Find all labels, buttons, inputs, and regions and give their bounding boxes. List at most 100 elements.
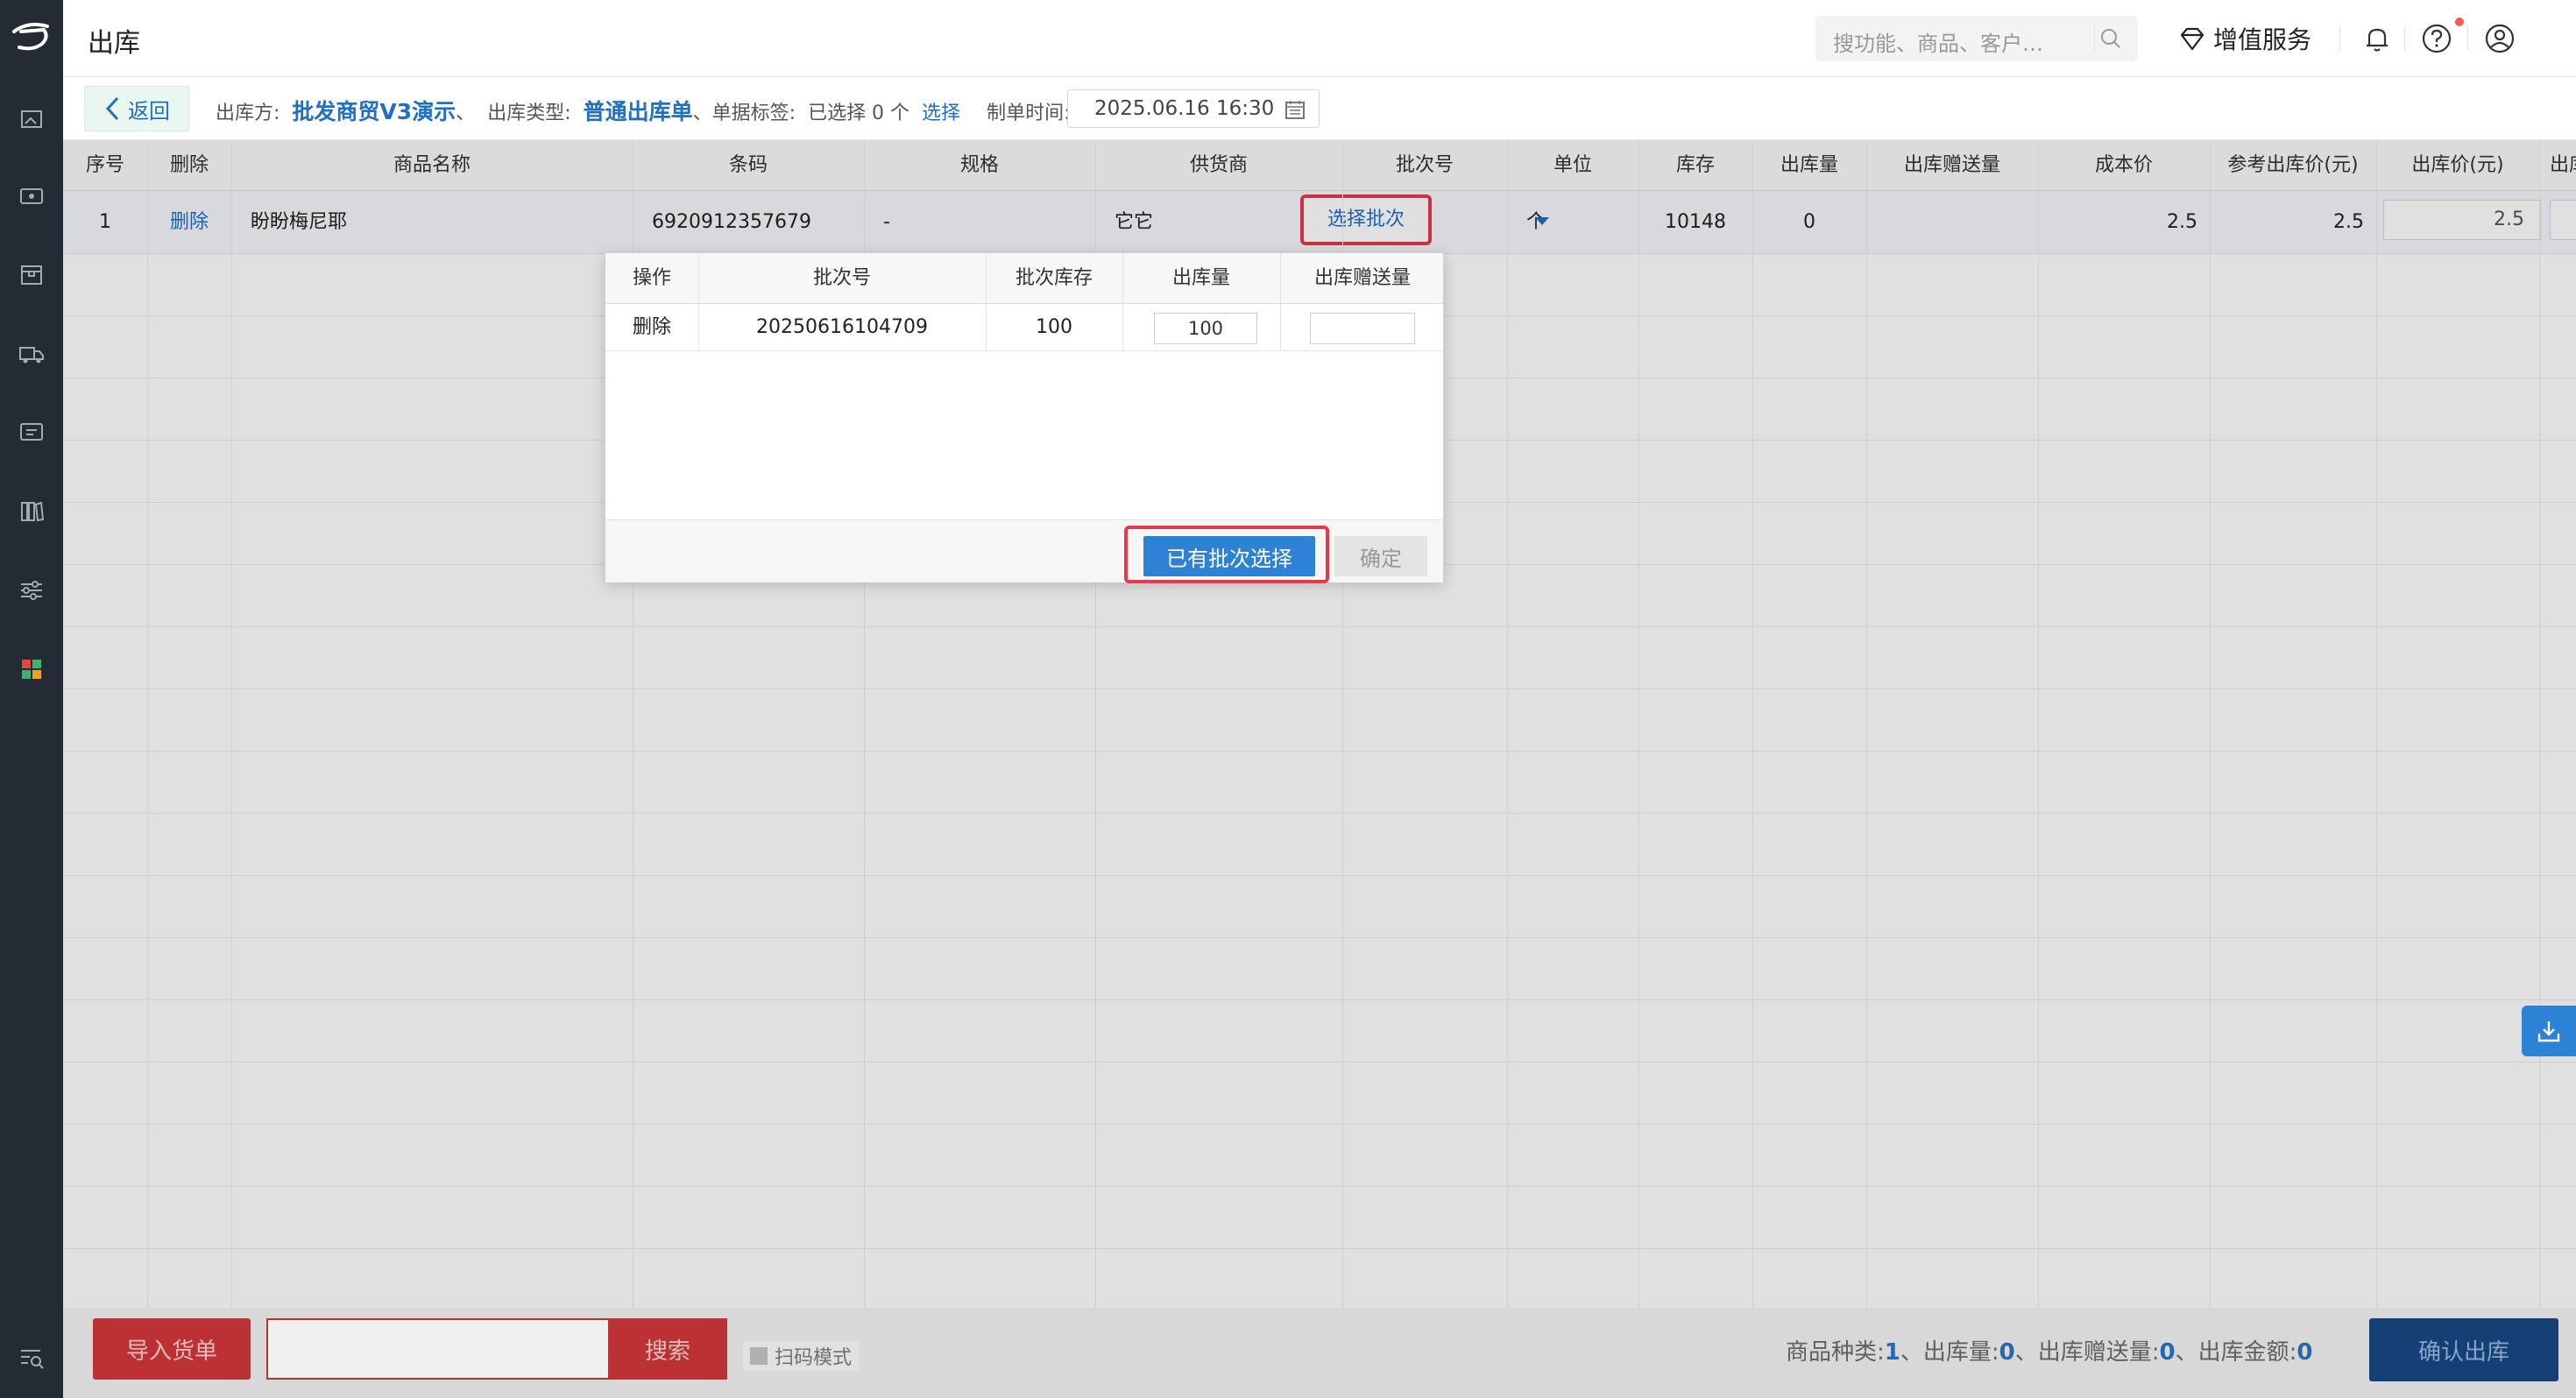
value-added-service-button[interactable]: 增值服务	[2178, 19, 2311, 58]
scan-mode-toggle[interactable]: 扫码模式	[743, 1341, 860, 1371]
nav-books-icon[interactable]	[18, 498, 46, 526]
tag-label: 单据标签:	[711, 102, 796, 124]
tag-value: 已选择 0 个	[808, 102, 910, 124]
batch-row: 删除 20250616104709 100 100	[605, 304, 1443, 351]
empty-row	[63, 1000, 2576, 1063]
nav-sliders-icon[interactable]	[18, 576, 46, 604]
type-value[interactable]: 普通出库单	[584, 95, 693, 126]
bottom-action-bar: 导入货单 搜索 扫码模式 商品种类: 1 、 出库量: 0 、 出库赠送量: 0…	[63, 1308, 2576, 1398]
summary-gift-label: 出库赠送量:	[2037, 1339, 2160, 1366]
summary-kinds-value: 1	[1884, 1339, 1900, 1366]
barcode-search-input[interactable]	[266, 1318, 615, 1380]
row-gift-qty[interactable]	[1866, 191, 2038, 254]
col-divider	[231, 140, 232, 1308]
row-out-price-input[interactable]: 2.5	[2383, 200, 2541, 240]
order-summary: 商品种类: 1 、 出库量: 0 、 出库赠送量: 0 、 出库金额: 0	[1786, 1334, 2312, 1366]
left-icon-rail	[0, 0, 63, 1398]
col-header-cost: 成本价	[2094, 154, 2153, 176]
download-button[interactable]	[2522, 1006, 2576, 1056]
row-amount-input[interactable]: 0	[2550, 200, 2576, 240]
calendar-icon[interactable]	[1284, 98, 1306, 121]
separator: 、	[456, 102, 476, 124]
batch-col-divider	[986, 253, 987, 351]
batch-col-out-qty: 出库量	[1171, 267, 1230, 289]
confirm-button[interactable]: 确定	[1334, 536, 1427, 576]
empty-row	[63, 876, 2576, 938]
select-batch-button[interactable]: 选择批次	[1300, 194, 1432, 245]
back-button[interactable]: 返回	[84, 86, 189, 131]
nav-message-icon[interactable]	[18, 419, 46, 447]
col-header-out-price: 出库价(元)	[2411, 154, 2504, 176]
nav-image-icon[interactable]	[18, 105, 46, 133]
col-header-barcode: 条码	[728, 154, 768, 176]
type-label: 出库类型:	[487, 102, 571, 124]
nav-wallet-icon[interactable]	[18, 182, 46, 210]
empty-row	[63, 1249, 2576, 1308]
empty-row	[63, 689, 2576, 752]
col-divider	[2539, 140, 2540, 1308]
row-out-qty[interactable]: 0	[1752, 191, 1866, 254]
batch-number: 20250616104709	[756, 316, 928, 338]
row-delete-link[interactable]: 删除	[147, 191, 231, 254]
help-icon[interactable]	[2420, 22, 2453, 55]
col-header-supplier: 供货商	[1189, 154, 1248, 176]
col-divider	[1752, 140, 1753, 1308]
existing-batch-select-button[interactable]: 已有批次选择	[1143, 536, 1315, 576]
col-divider	[147, 140, 148, 1308]
unit-dropdown-icon[interactable]	[1535, 217, 1549, 225]
header-divider	[2404, 26, 2405, 51]
batch-col-divider	[1122, 253, 1123, 351]
empty-row	[63, 627, 2576, 689]
value-added-service-label: 增值服务	[2213, 25, 2312, 54]
batch-popup-footer: 已有批次选择 确定	[605, 519, 1443, 583]
summary-kinds-label: 商品种类:	[1786, 1339, 1885, 1366]
import-order-button[interactable]: 导入货单	[93, 1318, 251, 1380]
global-search-input[interactable]: 搜功能、商品、客户…	[1815, 16, 2138, 61]
chevron-left-icon	[103, 95, 123, 122]
back-label: 返回	[128, 98, 170, 124]
search-placeholder: 搜功能、商品、客户…	[1833, 32, 2043, 56]
empty-row	[63, 1187, 2576, 1249]
header-divider	[2339, 26, 2340, 51]
party-value[interactable]: 批发商贸V3演示	[292, 95, 456, 126]
nav-apps-icon[interactable]	[18, 655, 46, 683]
bell-icon[interactable]	[2360, 22, 2394, 55]
header-divider	[2467, 26, 2468, 51]
nav-box-icon[interactable]	[18, 261, 46, 289]
nav-truck-icon[interactable]	[18, 340, 46, 368]
batch-col-number: 批次号	[812, 267, 871, 289]
row-product-name: 盼盼梅尼耶	[251, 211, 348, 233]
batch-delete-link[interactable]: 删除	[605, 304, 698, 351]
col-header-ref-price: 参考出库价(元)	[2227, 154, 2359, 176]
batch-col-divider	[698, 253, 699, 351]
row-barcode: 6920912357679	[652, 211, 811, 233]
user-icon[interactable]	[2483, 22, 2516, 55]
col-divider	[1866, 140, 1867, 1308]
search-icon[interactable]	[2099, 27, 2122, 50]
created-time-field[interactable]: 2025.06.16 16:30	[1067, 89, 1320, 128]
summary-amount-value: 0	[2296, 1339, 2313, 1366]
row-unit[interactable]: 个	[1507, 191, 1612, 254]
time-label: 制单时间:	[987, 102, 1071, 124]
logo-icon[interactable]	[9, 18, 54, 56]
row-index: 1	[99, 211, 111, 233]
batch-table-header: 操作 批次号 批次库存 出库量 出库赠送量	[605, 253, 1443, 304]
empty-row	[63, 1063, 2576, 1125]
diamond-icon	[2178, 25, 2206, 53]
batch-col-divider	[1280, 253, 1281, 351]
top-header: 出库 搜功能、商品、客户… 增值服务	[63, 0, 2576, 77]
batch-col-action: 操作	[632, 267, 671, 289]
download-icon	[2537, 1021, 2560, 1042]
nav-search-list-icon[interactable]	[18, 1344, 46, 1372]
summary-qty-label: 出库量:	[1922, 1339, 1999, 1366]
scan-mode-checkbox[interactable]	[750, 1347, 768, 1365]
batch-out-qty-input[interactable]: 100	[1154, 313, 1257, 344]
search-button[interactable]: 搜索	[608, 1318, 727, 1380]
batch-col-stock: 批次库存	[1015, 267, 1093, 289]
batch-gift-qty-input[interactable]	[1310, 313, 1415, 344]
confirm-stock-out-button[interactable]: 确认出库	[2369, 1318, 2558, 1381]
tag-select-link[interactable]: 选择	[922, 97, 960, 125]
col-header-name: 商品名称	[393, 154, 471, 176]
col-header-amount: 出库金额(元)	[2550, 154, 2576, 176]
document-info-bar: 返回 出库方: 批发商贸V3演示 、 出库类型: 普通出库单 、 单据标签: 已…	[63, 77, 2576, 140]
